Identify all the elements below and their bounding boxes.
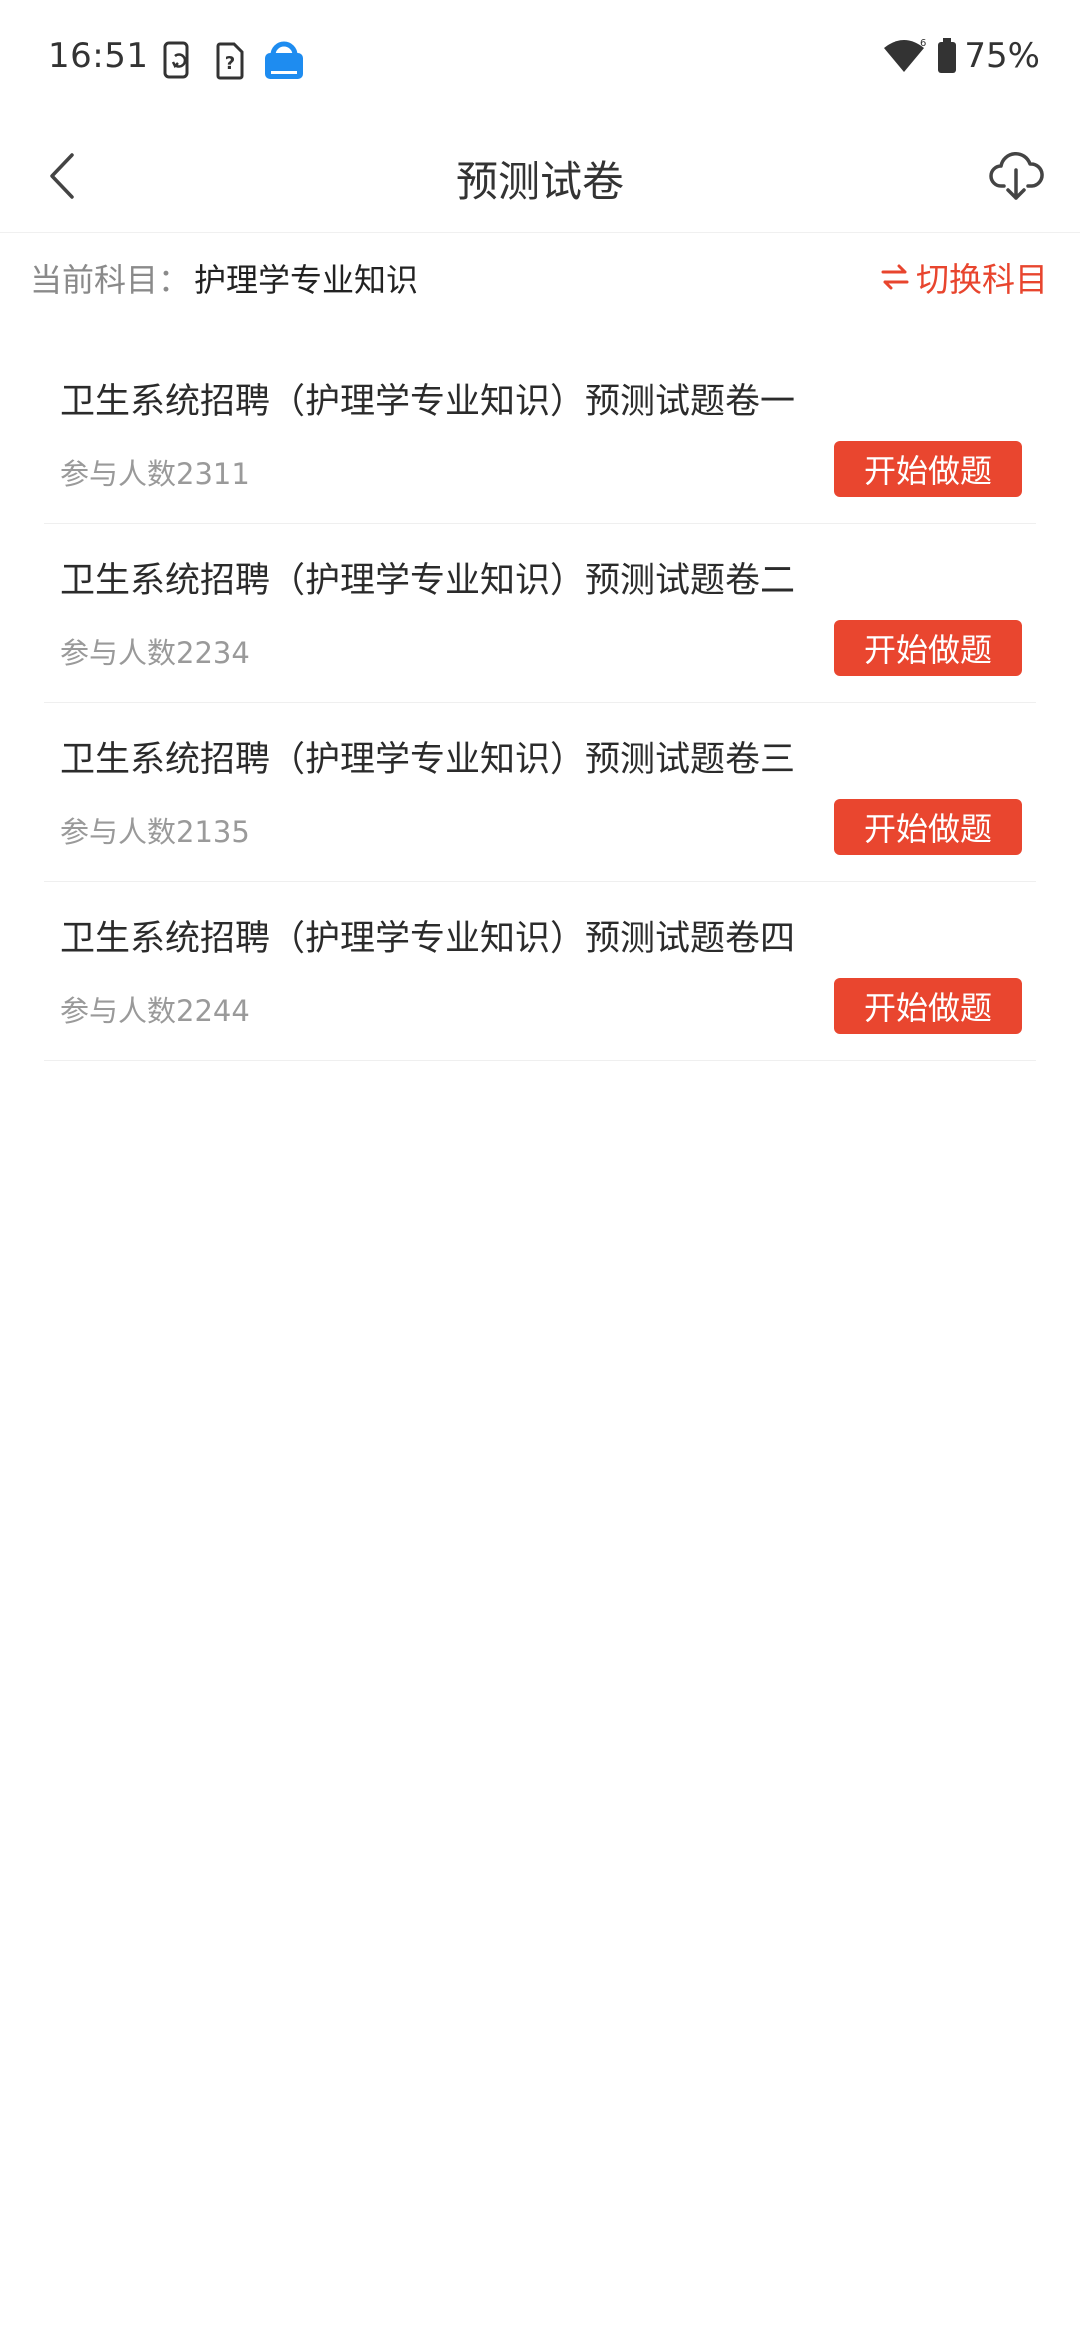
screen: 16:51 ? 6 75% 预测试卷 当前科目： 护理学专业知识 切换科目 卫生… bbox=[0, 0, 1080, 2335]
page-title: 预测试卷 bbox=[455, 157, 624, 206]
svg-text:?: ? bbox=[225, 53, 235, 74]
list-item[interactable]: 卫生系统招聘（护理学专业知识）预测试题卷一 参与人数2311 开始做题 bbox=[44, 345, 1036, 524]
participant-count: 参与人数2135 bbox=[60, 815, 250, 849]
list-item[interactable]: 卫生系统招聘（护理学专业知识）预测试题卷四 参与人数2244 开始做题 bbox=[44, 882, 1036, 1061]
subject-value: 护理学专业知识 bbox=[194, 261, 419, 299]
download-button[interactable] bbox=[978, 138, 1054, 214]
switch-subject-label: 切换科目 bbox=[916, 260, 1048, 299]
start-quiz-button[interactable]: 开始做题 bbox=[834, 441, 1022, 497]
status-right: 6 75% bbox=[882, 36, 1040, 76]
sim-question-icon: ? bbox=[208, 36, 252, 84]
paper-title: 卫生系统招聘（护理学专业知识）预测试题卷一 bbox=[60, 382, 796, 422]
start-quiz-button[interactable]: 开始做题 bbox=[834, 620, 1022, 676]
participant-count: 参与人数2311 bbox=[60, 457, 250, 491]
subject-label: 当前科目： bbox=[30, 261, 191, 299]
list-item[interactable]: 卫生系统招聘（护理学专业知识）预测试题卷三 参与人数2135 开始做题 bbox=[44, 703, 1036, 882]
switch-subject-button[interactable]: 切换科目 bbox=[880, 253, 1048, 301]
battery-icon bbox=[936, 37, 958, 75]
swap-arrows-icon bbox=[880, 262, 910, 292]
paper-list: 卫生系统招聘（护理学专业知识）预测试题卷一 参与人数2311 开始做题 卫生系统… bbox=[44, 345, 1036, 1061]
start-quiz-button[interactable]: 开始做题 bbox=[834, 978, 1022, 1034]
start-quiz-button[interactable]: 开始做题 bbox=[834, 799, 1022, 855]
participant-count: 参与人数2244 bbox=[60, 994, 250, 1028]
paper-title: 卫生系统招聘（护理学专业知识）预测试题卷四 bbox=[60, 919, 796, 959]
list-item[interactable]: 卫生系统招聘（护理学专业知识）预测试题卷二 参与人数2234 开始做题 bbox=[44, 524, 1036, 703]
app-notification-icon bbox=[262, 36, 306, 84]
status-time: 16:51 bbox=[48, 36, 149, 76]
cloud-download-icon bbox=[989, 151, 1044, 200]
battery-percentage: 75% bbox=[964, 36, 1040, 76]
phone-sync-icon bbox=[156, 36, 200, 84]
paper-title: 卫生系统招聘（护理学专业知识）预测试题卷三 bbox=[60, 740, 796, 780]
subject-bar: 当前科目： 护理学专业知识 切换科目 bbox=[0, 233, 1080, 323]
paper-title: 卫生系统招聘（护理学专业知识）预测试题卷二 bbox=[60, 561, 796, 601]
wifi-icon: 6 bbox=[882, 38, 926, 74]
participant-count: 参与人数2234 bbox=[60, 636, 250, 670]
status-bar: 16:51 ? 6 75% bbox=[0, 0, 1080, 120]
svg-text:6: 6 bbox=[920, 38, 926, 49]
header: 预测试卷 bbox=[0, 120, 1080, 233]
